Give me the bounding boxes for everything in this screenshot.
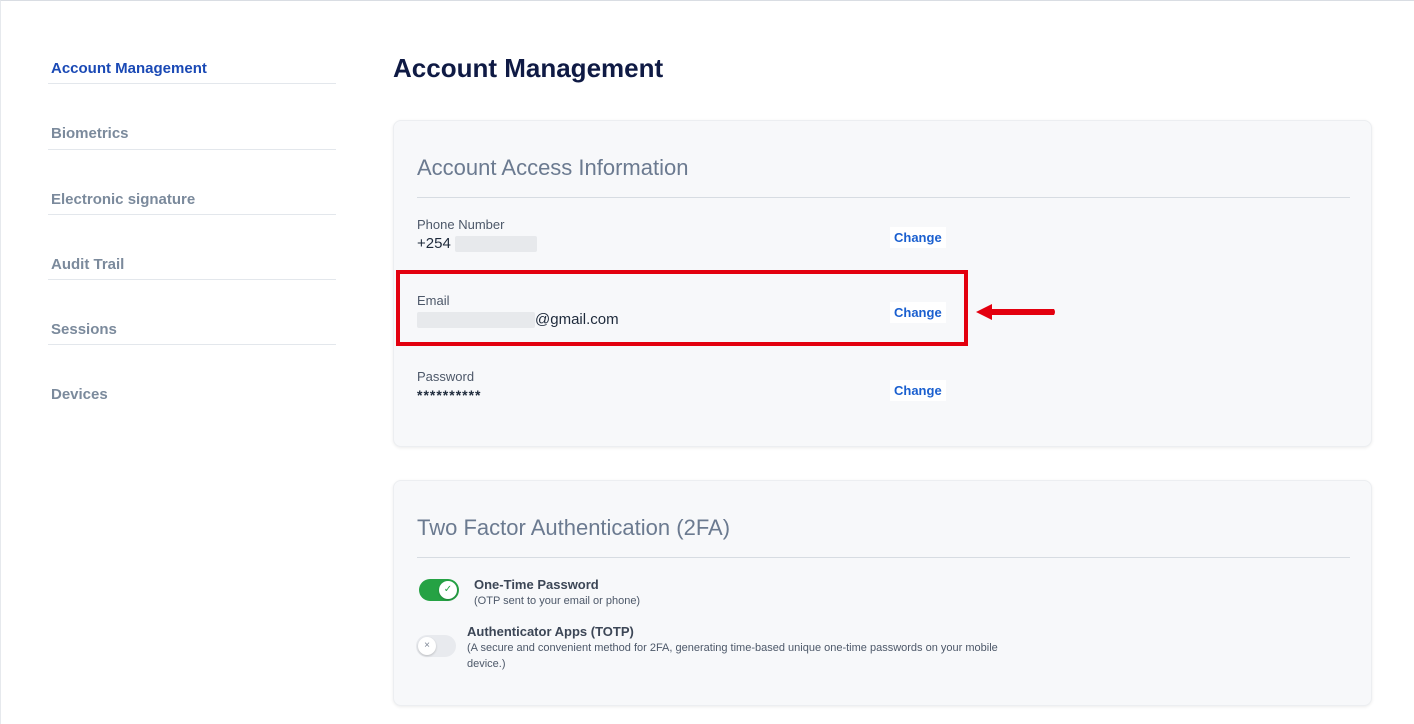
sidebar-item-biometrics[interactable]: Biometrics — [48, 84, 336, 150]
change-phone-button[interactable]: Change — [890, 227, 946, 248]
redacted-phone — [454, 236, 537, 253]
two-factor-card: Two Factor Authentication (2FA) ✓ One-Ti… — [393, 480, 1372, 706]
totp-description: (A secure and convenient method for 2FA,… — [467, 642, 998, 670]
sidebar-item-account-management[interactable]: Account Management — [48, 53, 336, 84]
phone-number-value: +254 — [417, 235, 947, 253]
sidebar-item-sessions[interactable]: Sessions — [48, 280, 336, 345]
main-content: Account Management Account Access Inform… — [393, 51, 1372, 706]
password-value: ********** — [417, 387, 482, 403]
check-icon: ✓ — [439, 581, 457, 599]
otp-title: One-Time Password — [474, 577, 599, 592]
otp-description: (OTP sent to your email or phone) — [474, 595, 641, 607]
phone-number-field: Phone Number +254 — [417, 217, 947, 261]
account-access-title: Account Access Information — [417, 155, 689, 180]
email-highlight-box — [396, 270, 968, 346]
page-title: Account Management — [393, 53, 664, 83]
password-label: Password — [417, 369, 475, 384]
totp-toggle[interactable]: × — [416, 635, 456, 657]
divider — [417, 197, 1350, 198]
arrow-left-icon — [976, 304, 1055, 320]
otp-toggle[interactable]: ✓ — [419, 579, 459, 601]
password-field: Password ********** — [417, 369, 947, 413]
divider — [417, 557, 1350, 558]
sidebar-item-electronic-signature[interactable]: Electronic signature — [48, 150, 336, 215]
two-factor-title: Two Factor Authentication (2FA) — [417, 515, 731, 540]
totp-title: Authenticator Apps (TOTP) — [467, 624, 634, 639]
x-icon: × — [418, 637, 436, 655]
phone-number-label: Phone Number — [417, 217, 505, 232]
change-password-button[interactable]: Change — [890, 380, 946, 401]
sidebar-item-audit-trail[interactable]: Audit Trail — [48, 215, 336, 280]
sidebar-item-devices[interactable]: Devices — [48, 345, 336, 410]
sidebar-nav: Account Management Biometrics Electronic… — [48, 53, 336, 410]
